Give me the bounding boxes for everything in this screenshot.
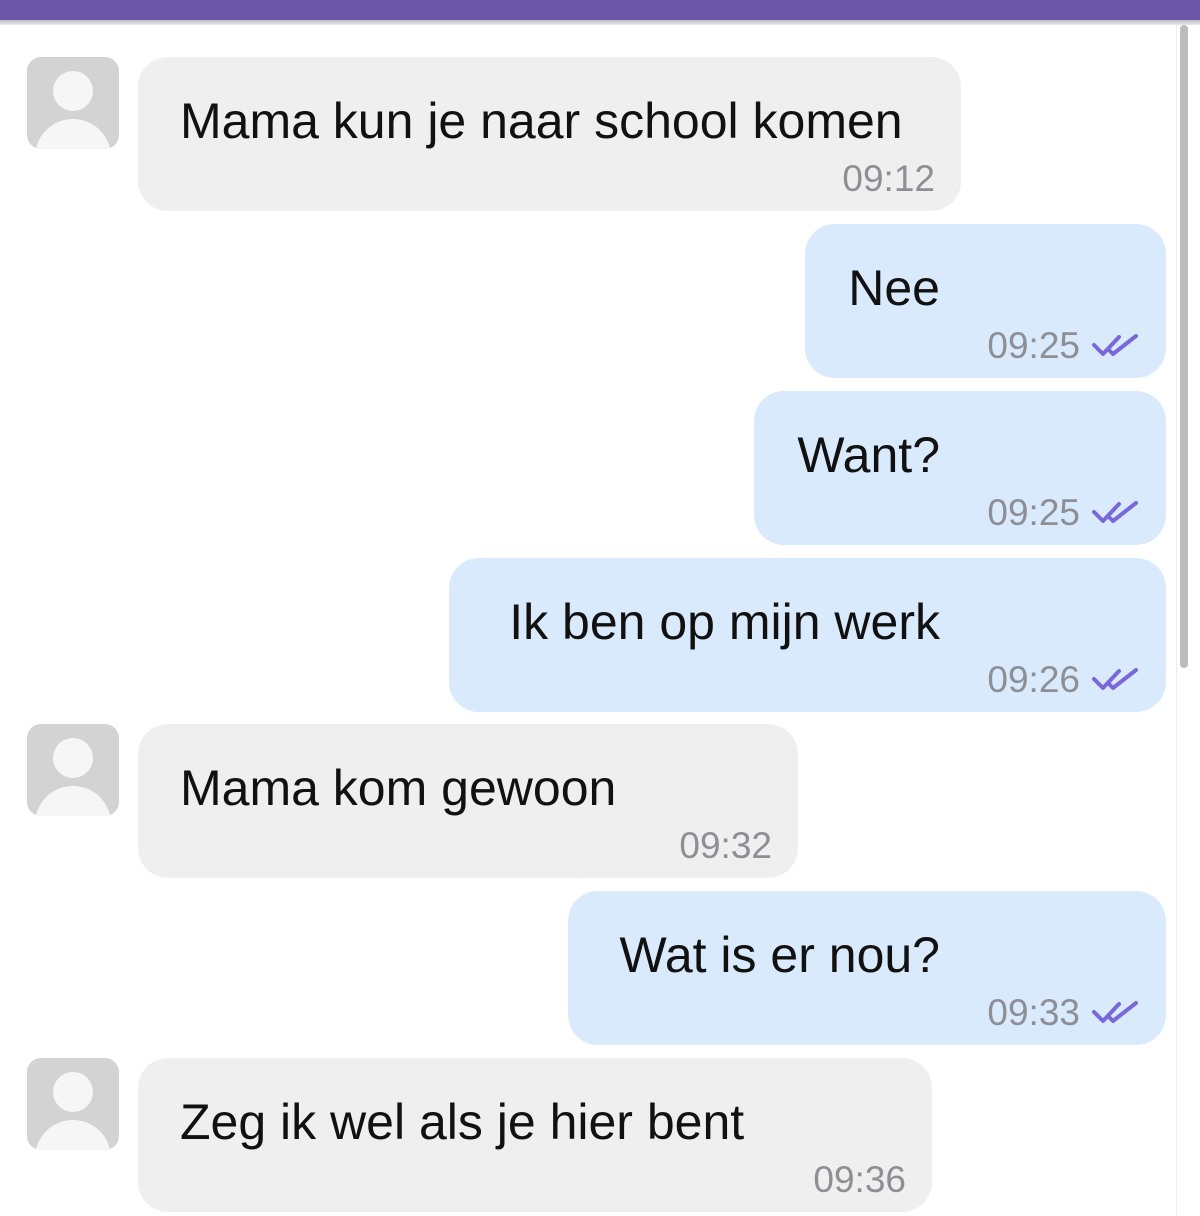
avatar-body [35, 1120, 111, 1150]
message-text: Zeg ik wel als je hier bent [180, 1094, 745, 1150]
incoming-message-bubble[interactable]: Zeg ik wel als je hier bent 09:36 [138, 1058, 932, 1212]
top-bar-shadow [0, 20, 1200, 25]
top-app-bar [0, 0, 1200, 20]
user-avatar-icon[interactable] [27, 724, 119, 816]
user-avatar-icon[interactable] [27, 1058, 119, 1150]
message-time: 09:25 [987, 325, 1080, 366]
avatar-head [53, 1072, 93, 1112]
message-time: 09:26 [987, 659, 1080, 700]
message-text: Ik ben op mijn werk [509, 594, 940, 650]
outgoing-message-bubble[interactable]: Want? 09:25 [754, 391, 1166, 545]
outgoing-message-bubble[interactable]: Wat is er nou? 09:33 [568, 891, 1166, 1045]
message-text: Wat is er nou? [619, 927, 940, 983]
message-time: 09:12 [842, 158, 935, 199]
outgoing-message-bubble[interactable]: Ik ben op mijn werk 09:26 [449, 558, 1166, 712]
double-check-icon [1092, 501, 1138, 523]
message-time: 09:33 [987, 992, 1080, 1033]
outgoing-message-bubble[interactable]: Nee 09:25 [805, 224, 1166, 378]
message-time: 09:25 [987, 492, 1080, 533]
message-text: Mama kun je naar school komen [180, 93, 903, 149]
message-text: Nee [848, 260, 940, 316]
incoming-message-bubble[interactable]: Mama kun je naar school komen 09:12 [138, 57, 961, 211]
message-text: Want? [797, 427, 940, 483]
avatar-body [35, 119, 111, 149]
message-time: 09:32 [679, 825, 772, 866]
avatar-head [53, 738, 93, 778]
avatar-body [35, 786, 111, 816]
scrollbar-thumb[interactable] [1180, 25, 1188, 668]
user-avatar-icon[interactable] [27, 57, 119, 149]
message-text: Mama kom gewoon [180, 760, 617, 816]
double-check-icon [1092, 334, 1138, 356]
incoming-message-bubble[interactable]: Mama kom gewoon 09:32 [138, 724, 798, 878]
double-check-icon [1092, 1001, 1138, 1023]
message-time: 09:36 [813, 1159, 906, 1200]
avatar-head [53, 71, 93, 111]
double-check-icon [1092, 668, 1138, 690]
